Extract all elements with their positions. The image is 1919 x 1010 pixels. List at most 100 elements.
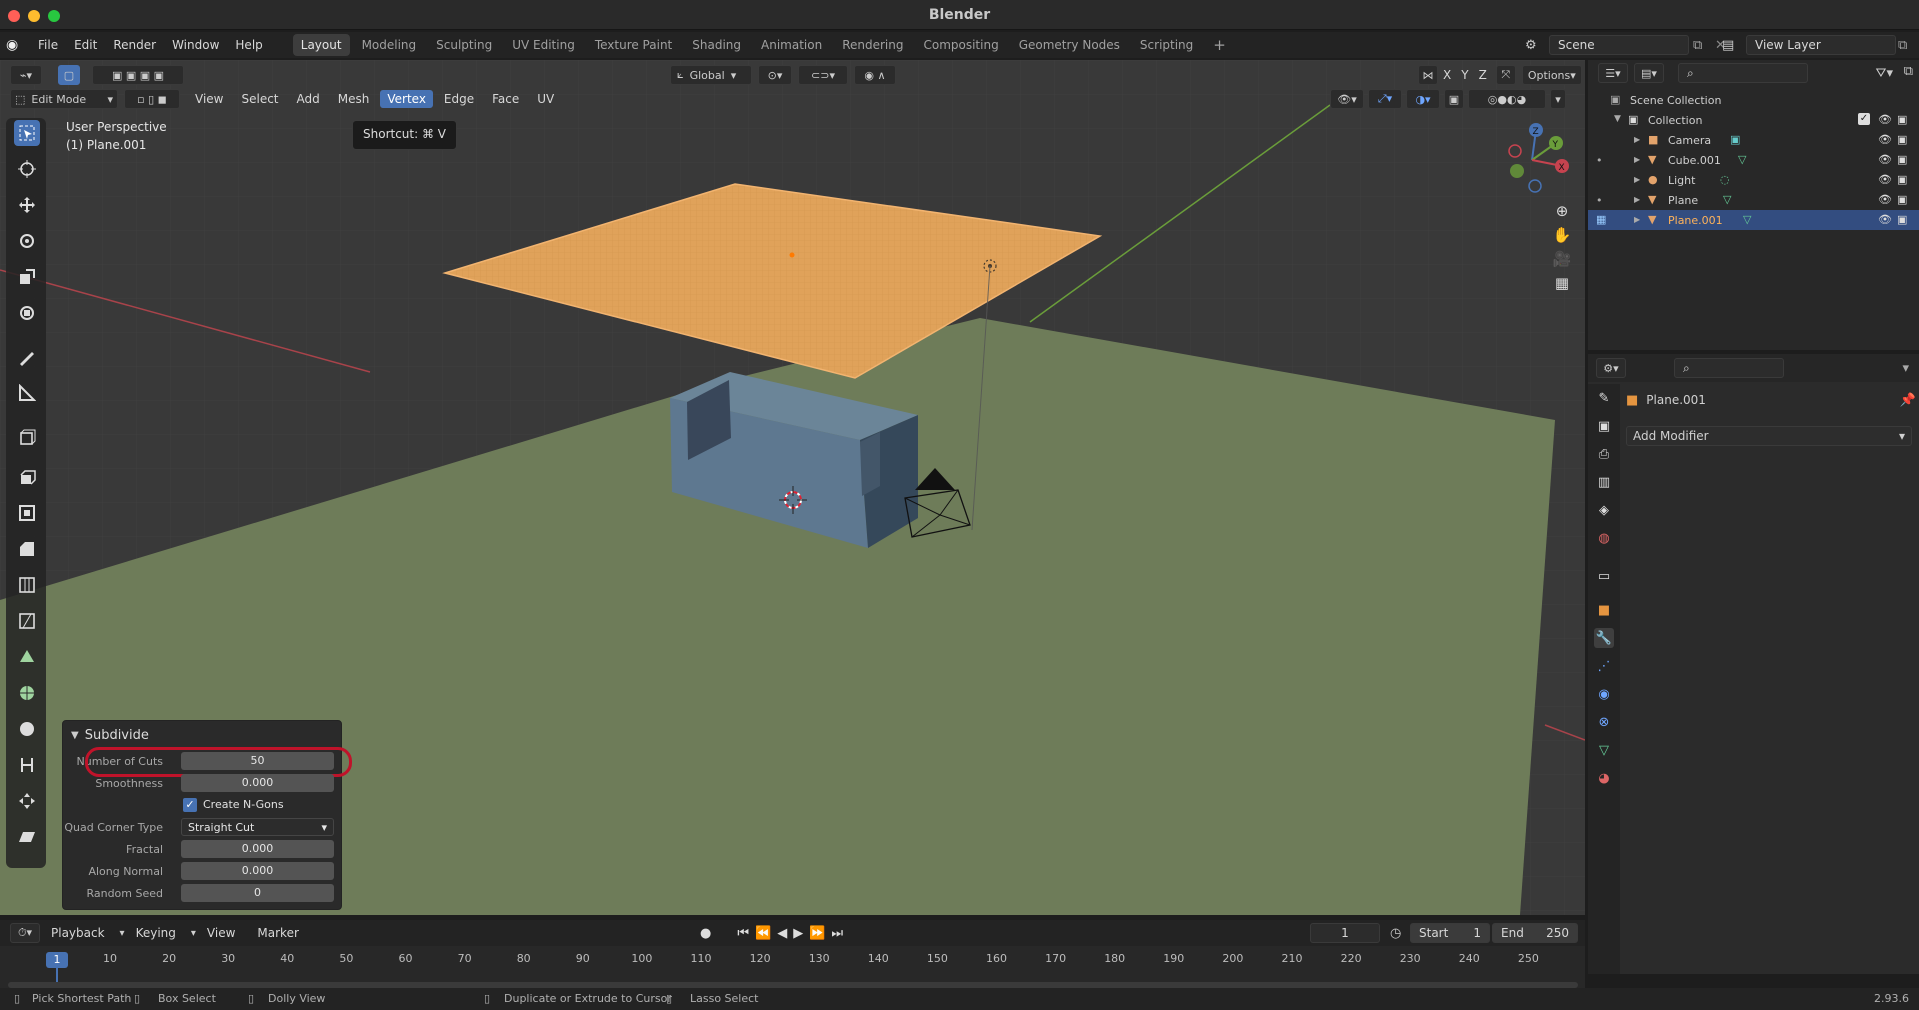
tab-animation[interactable]: Animation bbox=[753, 34, 830, 56]
pin-icon[interactable]: 📌 bbox=[1900, 393, 1916, 408]
operator-panel-header[interactable]: ▼ Subdivide bbox=[63, 725, 343, 745]
select-tool-icon[interactable]: ▢ bbox=[58, 65, 80, 85]
tab-shading[interactable]: Shading bbox=[684, 34, 749, 56]
start-frame-field[interactable]: Start 1 bbox=[1410, 923, 1490, 943]
menu-keying[interactable]: Keying bbox=[129, 924, 183, 942]
menu-help[interactable]: Help bbox=[227, 32, 270, 58]
exclude-checkbox[interactable]: ✓ bbox=[1858, 113, 1870, 125]
auto-merge-icon[interactable]: ⤧ bbox=[1495, 65, 1516, 85]
camera-render-icon[interactable]: ▣ bbox=[1897, 173, 1907, 186]
display-mode-icon[interactable]: ▤▾ bbox=[1634, 63, 1664, 83]
record-icon[interactable]: ● bbox=[700, 926, 711, 941]
smoothness-input[interactable]: 0.000 bbox=[181, 774, 334, 792]
spin-tool-icon[interactable] bbox=[14, 680, 40, 706]
outliner-editor-icon[interactable]: ☰▾ bbox=[1598, 63, 1628, 83]
outliner-search-input[interactable]: ⌕ bbox=[1678, 63, 1808, 83]
quad-corner-type-dropdown[interactable]: Straight Cut ▾ bbox=[181, 818, 334, 836]
tab-modeling[interactable]: Modeling bbox=[354, 34, 425, 56]
clock-icon[interactable]: ◷ bbox=[1390, 926, 1401, 941]
data-tab-icon[interactable]: ▽ bbox=[1594, 740, 1614, 760]
mirror-icon[interactable]: ⋈ bbox=[1418, 65, 1438, 85]
random-seed-input[interactable]: 0 bbox=[181, 884, 334, 902]
camera-render-icon[interactable]: ▣ bbox=[1897, 213, 1907, 226]
play-icon[interactable]: ▶ bbox=[793, 926, 803, 941]
prev-keyframe-icon[interactable]: ⏪ bbox=[755, 926, 771, 941]
menu-file[interactable]: File bbox=[30, 32, 66, 58]
menu-edge[interactable]: Edge bbox=[437, 90, 481, 108]
tab-sculpting[interactable]: Sculpting bbox=[428, 34, 500, 56]
transform-orientation-dropdown[interactable]: ⟀ Global ▾ bbox=[670, 65, 752, 85]
axis-z-toggle[interactable]: Z bbox=[1475, 66, 1491, 84]
select-mode-vertex-edge-face[interactable]: ▫ ▯ ◼ bbox=[124, 89, 180, 109]
scale-tool-icon[interactable] bbox=[14, 264, 40, 290]
material-tab-icon[interactable]: ◕ bbox=[1594, 768, 1614, 788]
edge-slide-tool-icon[interactable] bbox=[14, 752, 40, 778]
view-layer-tab-icon[interactable]: ▥ bbox=[1594, 472, 1614, 492]
chevron-down-icon[interactable]: ▾ bbox=[1902, 361, 1909, 376]
eye-icon[interactable]: 👁 bbox=[1878, 113, 1892, 126]
poly-build-tool-icon[interactable] bbox=[14, 644, 40, 670]
move-tool-icon[interactable] bbox=[14, 192, 40, 218]
outliner-item-light[interactable]: ▶ ● Light ◌ 👁 ▣ bbox=[1588, 170, 1919, 190]
expand-arrow-icon[interactable]: ▶ bbox=[1634, 155, 1640, 164]
scene-selector-icon[interactable]: ⚙ bbox=[1525, 38, 1549, 53]
create-ngons-checkbox[interactable]: ✓ bbox=[183, 798, 197, 812]
tab-uv-editing[interactable]: UV Editing bbox=[504, 34, 583, 56]
outliner-scene-collection[interactable]: ▣ Scene Collection bbox=[1588, 90, 1919, 110]
particles-tab-icon[interactable]: ⋰ bbox=[1594, 656, 1614, 676]
tool-tab-icon[interactable]: ✎ bbox=[1594, 388, 1614, 408]
navigation-gizmo[interactable]: Z Y X bbox=[1492, 116, 1572, 196]
modifier-tab-icon[interactable]: 🔧 bbox=[1594, 628, 1614, 648]
expand-arrow-icon[interactable]: ▶ bbox=[1634, 215, 1640, 224]
options-dropdown[interactable]: Options ▾ bbox=[1521, 65, 1582, 85]
tab-texture-paint[interactable]: Texture Paint bbox=[587, 34, 680, 56]
menu-mesh[interactable]: Mesh bbox=[331, 90, 377, 108]
eye-icon[interactable]: 👁 bbox=[1878, 193, 1892, 206]
eye-icon[interactable]: 👁 bbox=[1878, 133, 1892, 146]
output-tab-icon[interactable]: ⎙ bbox=[1594, 444, 1614, 464]
next-keyframe-icon[interactable]: ⏩ bbox=[809, 926, 825, 941]
knife-tool-icon[interactable] bbox=[14, 608, 40, 634]
object-tab-icon[interactable]: ■ bbox=[1594, 600, 1614, 620]
outliner-item-camera[interactable]: ▶ ■ Camera ▣ 👁 ▣ bbox=[1588, 130, 1919, 150]
tab-geometry-nodes[interactable]: Geometry Nodes bbox=[1011, 34, 1128, 56]
menu-timeline-view[interactable]: View bbox=[200, 924, 242, 942]
fractal-input[interactable]: 0.000 bbox=[181, 840, 334, 858]
editor-type-icon[interactable]: ⌁▾ bbox=[10, 65, 42, 85]
menu-window[interactable]: Window bbox=[164, 32, 227, 58]
pivot-point-icon[interactable]: ⊙▾ bbox=[758, 65, 792, 85]
expand-arrow-icon[interactable]: ▼ bbox=[1614, 114, 1621, 124]
camera-render-icon[interactable]: ▣ bbox=[1897, 193, 1907, 206]
filter-icon[interactable]: ⛛▾ bbox=[1876, 66, 1893, 81]
add-modifier-dropdown[interactable]: Add Modifier ▾ bbox=[1626, 426, 1912, 446]
add-cube-tool-icon[interactable] bbox=[14, 424, 40, 450]
proportional-edit-icon[interactable]: ◉ ∧ bbox=[854, 65, 896, 85]
xray-icon[interactable]: ▣ bbox=[1444, 89, 1464, 109]
measure-tool-icon[interactable] bbox=[14, 380, 40, 406]
shading-modes-icon[interactable]: ◎●◐◕ bbox=[1468, 89, 1546, 109]
render-tab-icon[interactable]: ▣ bbox=[1594, 416, 1614, 436]
axis-y-toggle[interactable]: Y bbox=[1457, 66, 1472, 84]
expand-arrow-icon[interactable]: ▶ bbox=[1634, 135, 1640, 144]
ortho-grid-icon[interactable]: ▦ bbox=[1550, 274, 1574, 292]
view-layer-icon[interactable]: ▤ bbox=[1722, 38, 1746, 53]
loop-cut-tool-icon[interactable] bbox=[14, 572, 40, 598]
camera-render-icon[interactable]: ▣ bbox=[1897, 113, 1907, 126]
physics-tab-icon[interactable]: ◉ bbox=[1594, 684, 1614, 704]
select-box-tool-icon[interactable] bbox=[14, 120, 40, 146]
tab-layout[interactable]: Layout bbox=[292, 34, 350, 56]
snap-icon[interactable]: ⊂⊃▾ bbox=[798, 65, 848, 85]
properties-editor-icon[interactable]: ⚙▾ bbox=[1596, 358, 1626, 378]
menu-render[interactable]: Render bbox=[105, 32, 164, 58]
outliner-item-cube001[interactable]: • ▶ ▼ Cube.001 ▽ 👁 ▣ bbox=[1588, 150, 1919, 170]
camera-render-icon[interactable]: ▣ bbox=[1897, 133, 1907, 146]
tab-rendering[interactable]: Rendering bbox=[834, 34, 911, 56]
eye-icon[interactable]: 👁 bbox=[1878, 173, 1892, 186]
axis-x-toggle[interactable]: X bbox=[1439, 66, 1455, 84]
new-collection-icon[interactable]: ⧉ bbox=[1904, 64, 1913, 79]
new-scene-icon[interactable]: ⧉ bbox=[1693, 38, 1715, 53]
playhead[interactable]: 1 bbox=[46, 952, 68, 968]
cursor-tool-icon[interactable] bbox=[14, 156, 40, 182]
visibility-icon[interactable]: 👁▾ bbox=[1330, 89, 1364, 109]
expand-arrow-icon[interactable]: ▶ bbox=[1634, 195, 1640, 204]
